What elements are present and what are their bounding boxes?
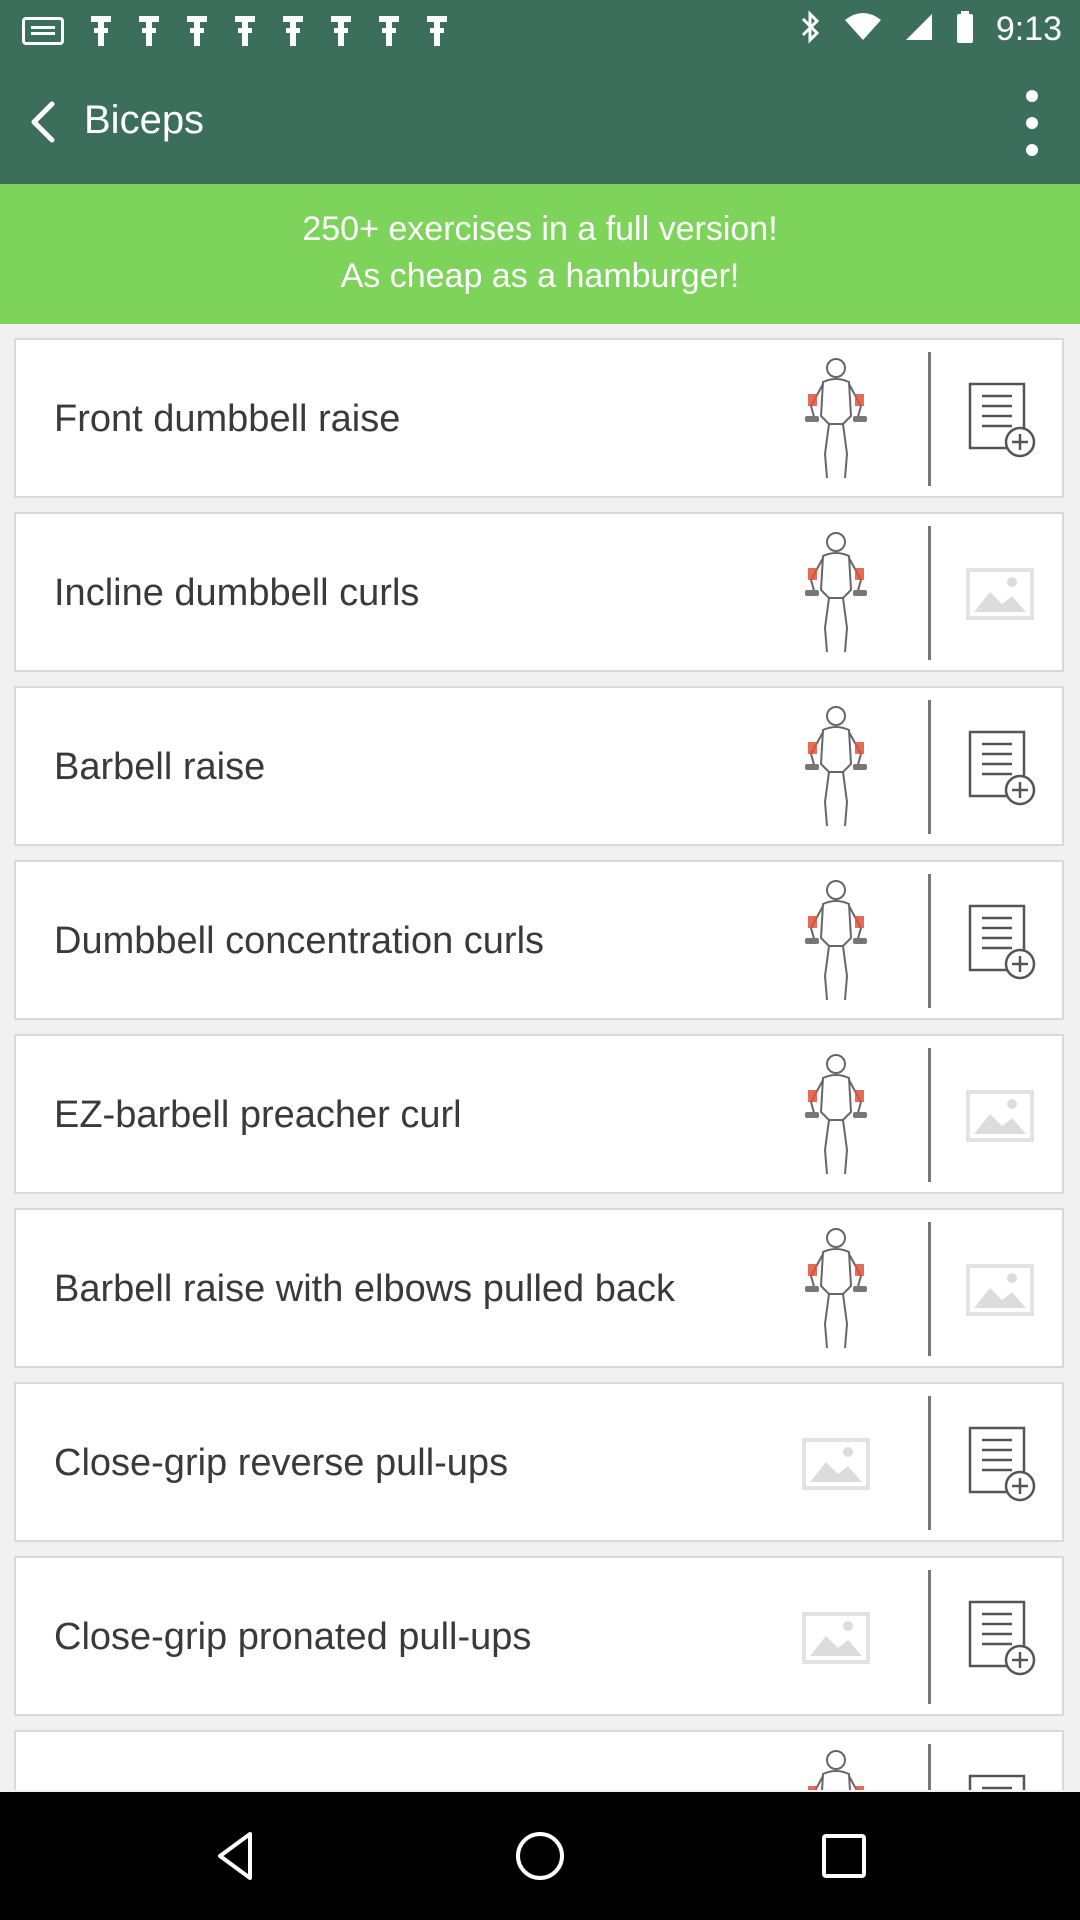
signal-icon <box>904 12 934 47</box>
add-to-list-button[interactable] <box>960 376 1040 462</box>
arrow-left-icon <box>31 101 55 143</box>
add-to-list-icon <box>960 1420 1040 1506</box>
exercise-name: Barbell raise with elbows pulled back <box>54 1268 675 1310</box>
bluetooth-icon <box>800 10 822 49</box>
exercise-row[interactable]: Front dumbbell raise <box>14 338 1064 498</box>
exercise-figure-thumbnail <box>786 1744 886 1790</box>
overflow-menu-button[interactable] <box>1014 90 1050 156</box>
add-to-list-icon <box>960 1594 1040 1680</box>
row-divider <box>928 1396 931 1530</box>
exercise-list[interactable]: Front dumbbell raise Incline dumbbell cur… <box>14 338 1066 1790</box>
image-placeholder-icon <box>786 1396 886 1530</box>
row-divider <box>928 1222 931 1356</box>
back-triangle-icon <box>218 1832 252 1880</box>
add-to-list-button[interactable] <box>960 724 1040 810</box>
battery-icon <box>956 11 974 48</box>
add-to-list-icon <box>960 1768 1040 1790</box>
row-divider <box>928 352 931 486</box>
exercise-name: EZ-barbell preacher curl <box>54 1094 462 1136</box>
row-divider <box>928 1570 931 1704</box>
nav-recents-button[interactable] <box>814 1826 874 1886</box>
exercise-row[interactable]: Barbell raise <box>14 686 1064 846</box>
image-icon <box>960 1072 1040 1158</box>
promo-line-1: 250+ exercises in a full version! <box>302 210 778 248</box>
exercise-figure-thumbnail <box>786 1048 886 1182</box>
exercise-figure-thumbnail <box>786 700 886 834</box>
promo-line-2: As cheap as a hamburger! <box>340 257 740 295</box>
image-placeholder-icon <box>786 1570 886 1704</box>
add-to-list-button[interactable] <box>960 1420 1040 1506</box>
notification-icons <box>22 14 448 48</box>
exercise-figure-thumbnail <box>786 352 886 486</box>
system-icons: 9:13 <box>800 10 1062 49</box>
nav-home-button[interactable] <box>510 1826 570 1886</box>
back-button[interactable] <box>18 92 78 152</box>
fitness-icon <box>426 14 448 48</box>
exercise-figure-thumbnail <box>786 526 886 660</box>
home-circle-icon <box>516 1832 564 1880</box>
row-divider <box>928 1744 931 1790</box>
exercise-name: Barbell raise <box>54 746 266 788</box>
add-to-list-icon <box>960 898 1040 984</box>
exercise-name: Dumbbell concentration curls <box>54 920 545 962</box>
view-image-button[interactable] <box>960 550 1040 636</box>
image-icon <box>960 1246 1040 1332</box>
add-to-list-button[interactable] <box>960 898 1040 984</box>
nav-back-button[interactable] <box>206 1826 266 1886</box>
exercise-row[interactable]: Barbell raise with elbows pulled back <box>14 1208 1064 1368</box>
exercise-row[interactable]: EZ-barbell preacher curl <box>14 1034 1064 1194</box>
fitness-icon <box>282 14 304 48</box>
exercise-row[interactable]: Close-grip reverse pull-ups <box>14 1382 1064 1542</box>
wifi-icon <box>844 12 882 47</box>
add-to-list-icon <box>960 376 1040 462</box>
clock: 9:13 <box>995 10 1062 48</box>
add-to-list-icon <box>960 724 1040 810</box>
fitness-icon <box>234 14 256 48</box>
exercise-row[interactable]: Close-grip pronated pull-ups <box>14 1556 1064 1716</box>
exercise-row[interactable] <box>14 1730 1064 1790</box>
exercise-row[interactable]: Dumbbell concentration curls <box>14 860 1064 1020</box>
status-bar: 9:13 <box>0 0 1080 62</box>
exercise-name: Close-grip pronated pull-ups <box>54 1616 532 1658</box>
recents-square-icon <box>822 1834 866 1878</box>
message-icon <box>22 17 64 45</box>
image-icon <box>960 550 1040 636</box>
fitness-icon <box>378 14 400 48</box>
more-vertical-icon <box>1026 90 1038 102</box>
view-image-button[interactable] <box>960 1072 1040 1158</box>
exercise-figure-thumbnail <box>786 1222 886 1356</box>
row-divider <box>928 700 931 834</box>
fitness-icon <box>330 14 352 48</box>
exercise-name: Incline dumbbell curls <box>54 572 420 614</box>
app-bar: Biceps <box>0 62 1080 184</box>
exercise-name: Close-grip reverse pull-ups <box>54 1442 509 1484</box>
view-image-button[interactable] <box>960 1246 1040 1332</box>
navigation-bar <box>0 1792 1080 1920</box>
page-title: Biceps <box>84 98 205 142</box>
exercise-row[interactable]: Incline dumbbell curls <box>14 512 1064 672</box>
add-to-list-button[interactable] <box>960 1594 1040 1680</box>
exercise-figure-thumbnail <box>786 874 886 1008</box>
upgrade-banner[interactable]: 250+ exercises in a full version! As che… <box>0 184 1080 324</box>
exercise-name: Front dumbbell raise <box>54 398 401 440</box>
add-to-list-button[interactable] <box>960 1768 1040 1790</box>
row-divider <box>928 874 931 1008</box>
row-divider <box>928 1048 931 1182</box>
fitness-icon <box>186 14 208 48</box>
row-divider <box>928 526 931 660</box>
fitness-icon <box>138 14 160 48</box>
fitness-icon <box>90 14 112 48</box>
